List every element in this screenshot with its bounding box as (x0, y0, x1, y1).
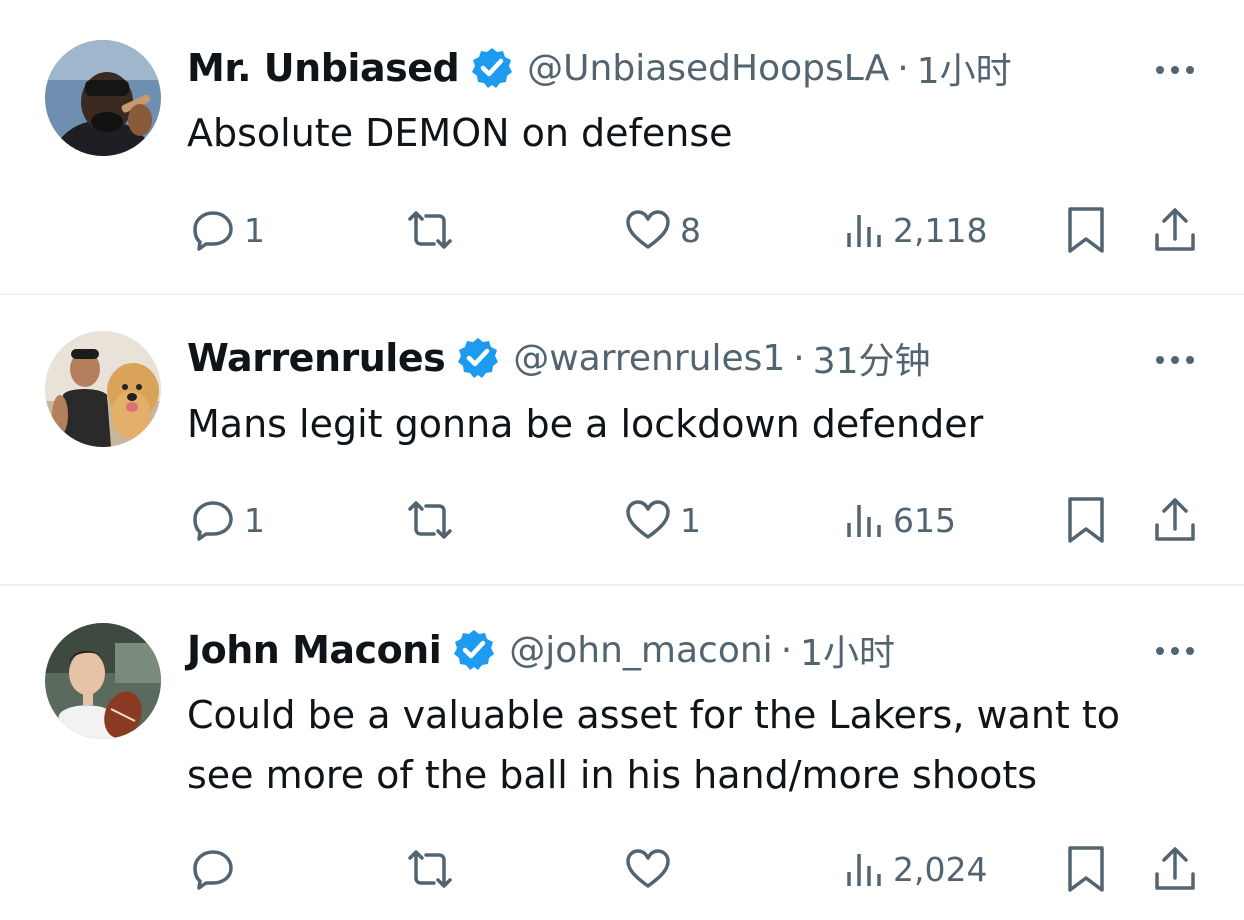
view-count: 2,118 (893, 210, 988, 250)
share-button[interactable] (1152, 841, 1198, 897)
bookmark-button[interactable] (1066, 841, 1106, 897)
tweet-text: Absolute DEMON on defense (187, 103, 733, 163)
verified-badge-icon (455, 335, 501, 381)
tweet-header: John Maconi @john_maconi · 1小时 (187, 622, 895, 678)
user-handle[interactable]: @john_maconi (509, 630, 772, 671)
avatar[interactable] (45, 40, 161, 156)
tweet-text: Mans legit gonna be a lockdown defender (187, 394, 983, 454)
like-button[interactable] (624, 841, 672, 897)
separator-dot: · (897, 47, 909, 89)
bookmark-button[interactable] (1066, 202, 1106, 258)
display-name[interactable]: Warrenrules (187, 336, 446, 380)
more-icon[interactable] (1152, 58, 1198, 82)
retweet-icon (402, 497, 458, 543)
retweet-icon (402, 846, 458, 892)
bookmark-icon (1066, 844, 1106, 894)
reply-count: 1 (244, 500, 265, 540)
like-count: 8 (680, 210, 701, 250)
action-bar: 1 1 615 (0, 492, 1244, 548)
bookmark-icon (1066, 205, 1106, 255)
tweet-card[interactable]: Mr. Unbiased @UnbiasedHoopsLA · 1小时 Abso… (0, 0, 1244, 293)
reply-button[interactable] (190, 841, 244, 897)
view-count: 615 (893, 500, 956, 540)
retweet-button[interactable] (402, 841, 458, 897)
timestamp[interactable]: 1小时 (800, 624, 895, 676)
views-icon (845, 497, 885, 543)
tweet-text: Could be a valuable asset for the Lakers… (187, 685, 1120, 805)
tweet-text-line: Absolute DEMON on defense (187, 111, 733, 155)
separator-dot: · (780, 629, 793, 671)
tweet-header: Mr. Unbiased @UnbiasedHoopsLA · 1小时 (187, 40, 1012, 96)
share-button[interactable] (1152, 492, 1198, 548)
bookmark-icon (1066, 495, 1106, 545)
tweet-text-line: see more of the ball in his hand/more sh… (187, 753, 1038, 797)
tweet-text-line: Mans legit gonna be a lockdown defender (187, 402, 984, 446)
views-button[interactable]: 615 (845, 492, 956, 548)
more-icon[interactable] (1152, 639, 1198, 663)
action-bar: 1 8 2,118 (0, 202, 1244, 258)
reply-feed: Mr. Unbiased @UnbiasedHoopsLA · 1小时 Abso… (0, 0, 1244, 920)
like-button[interactable]: 1 (624, 492, 701, 548)
timestamp[interactable]: 1小时 (917, 42, 1012, 94)
views-icon (845, 846, 885, 892)
like-icon (624, 497, 672, 543)
like-button[interactable]: 8 (624, 202, 701, 258)
reply-count: 1 (244, 210, 265, 250)
share-icon (1152, 495, 1198, 545)
view-count: 2,024 (893, 849, 988, 889)
views-button[interactable]: 2,118 (845, 202, 987, 258)
separator-dot: · (793, 337, 805, 379)
tweet-text-line: Could be a valuable asset for the Lakers… (187, 693, 1121, 737)
like-icon (624, 846, 672, 892)
avatar[interactable] (45, 331, 161, 447)
share-icon (1152, 205, 1198, 255)
avatar[interactable] (45, 623, 161, 739)
timestamp[interactable]: 31分钟 (813, 332, 931, 384)
user-handle[interactable]: @warrenrules1 (513, 338, 785, 379)
action-bar: 2,024 (0, 841, 1244, 897)
bookmark-button[interactable] (1066, 492, 1106, 548)
views-button[interactable]: 2,024 (845, 841, 987, 897)
display-name[interactable]: John Maconi (187, 628, 442, 672)
reply-button[interactable]: 1 (190, 492, 265, 548)
verified-badge-icon (469, 45, 515, 91)
share-icon (1152, 844, 1198, 894)
tweet-header: Warrenrules @warrenrules1 · 31分钟 (187, 330, 931, 386)
tweet-card[interactable]: John Maconi @john_maconi · 1小时 Could be … (0, 585, 1244, 920)
retweet-button[interactable] (402, 492, 458, 548)
views-icon (845, 207, 885, 253)
display-name[interactable]: Mr. Unbiased (187, 46, 460, 90)
like-icon (624, 207, 672, 253)
like-count: 1 (680, 500, 701, 540)
verified-badge-icon (451, 627, 497, 673)
tweet-card[interactable]: Warrenrules @warrenrules1 · 31分钟 Mans le… (0, 294, 1244, 584)
reply-icon (190, 846, 236, 892)
share-button[interactable] (1152, 202, 1198, 258)
reply-button[interactable]: 1 (190, 202, 265, 258)
reply-icon (190, 207, 236, 253)
retweet-button[interactable] (402, 202, 458, 258)
user-handle[interactable]: @UnbiasedHoopsLA (527, 48, 889, 89)
reply-icon (190, 497, 236, 543)
more-icon[interactable] (1152, 348, 1198, 372)
retweet-icon (402, 207, 458, 253)
